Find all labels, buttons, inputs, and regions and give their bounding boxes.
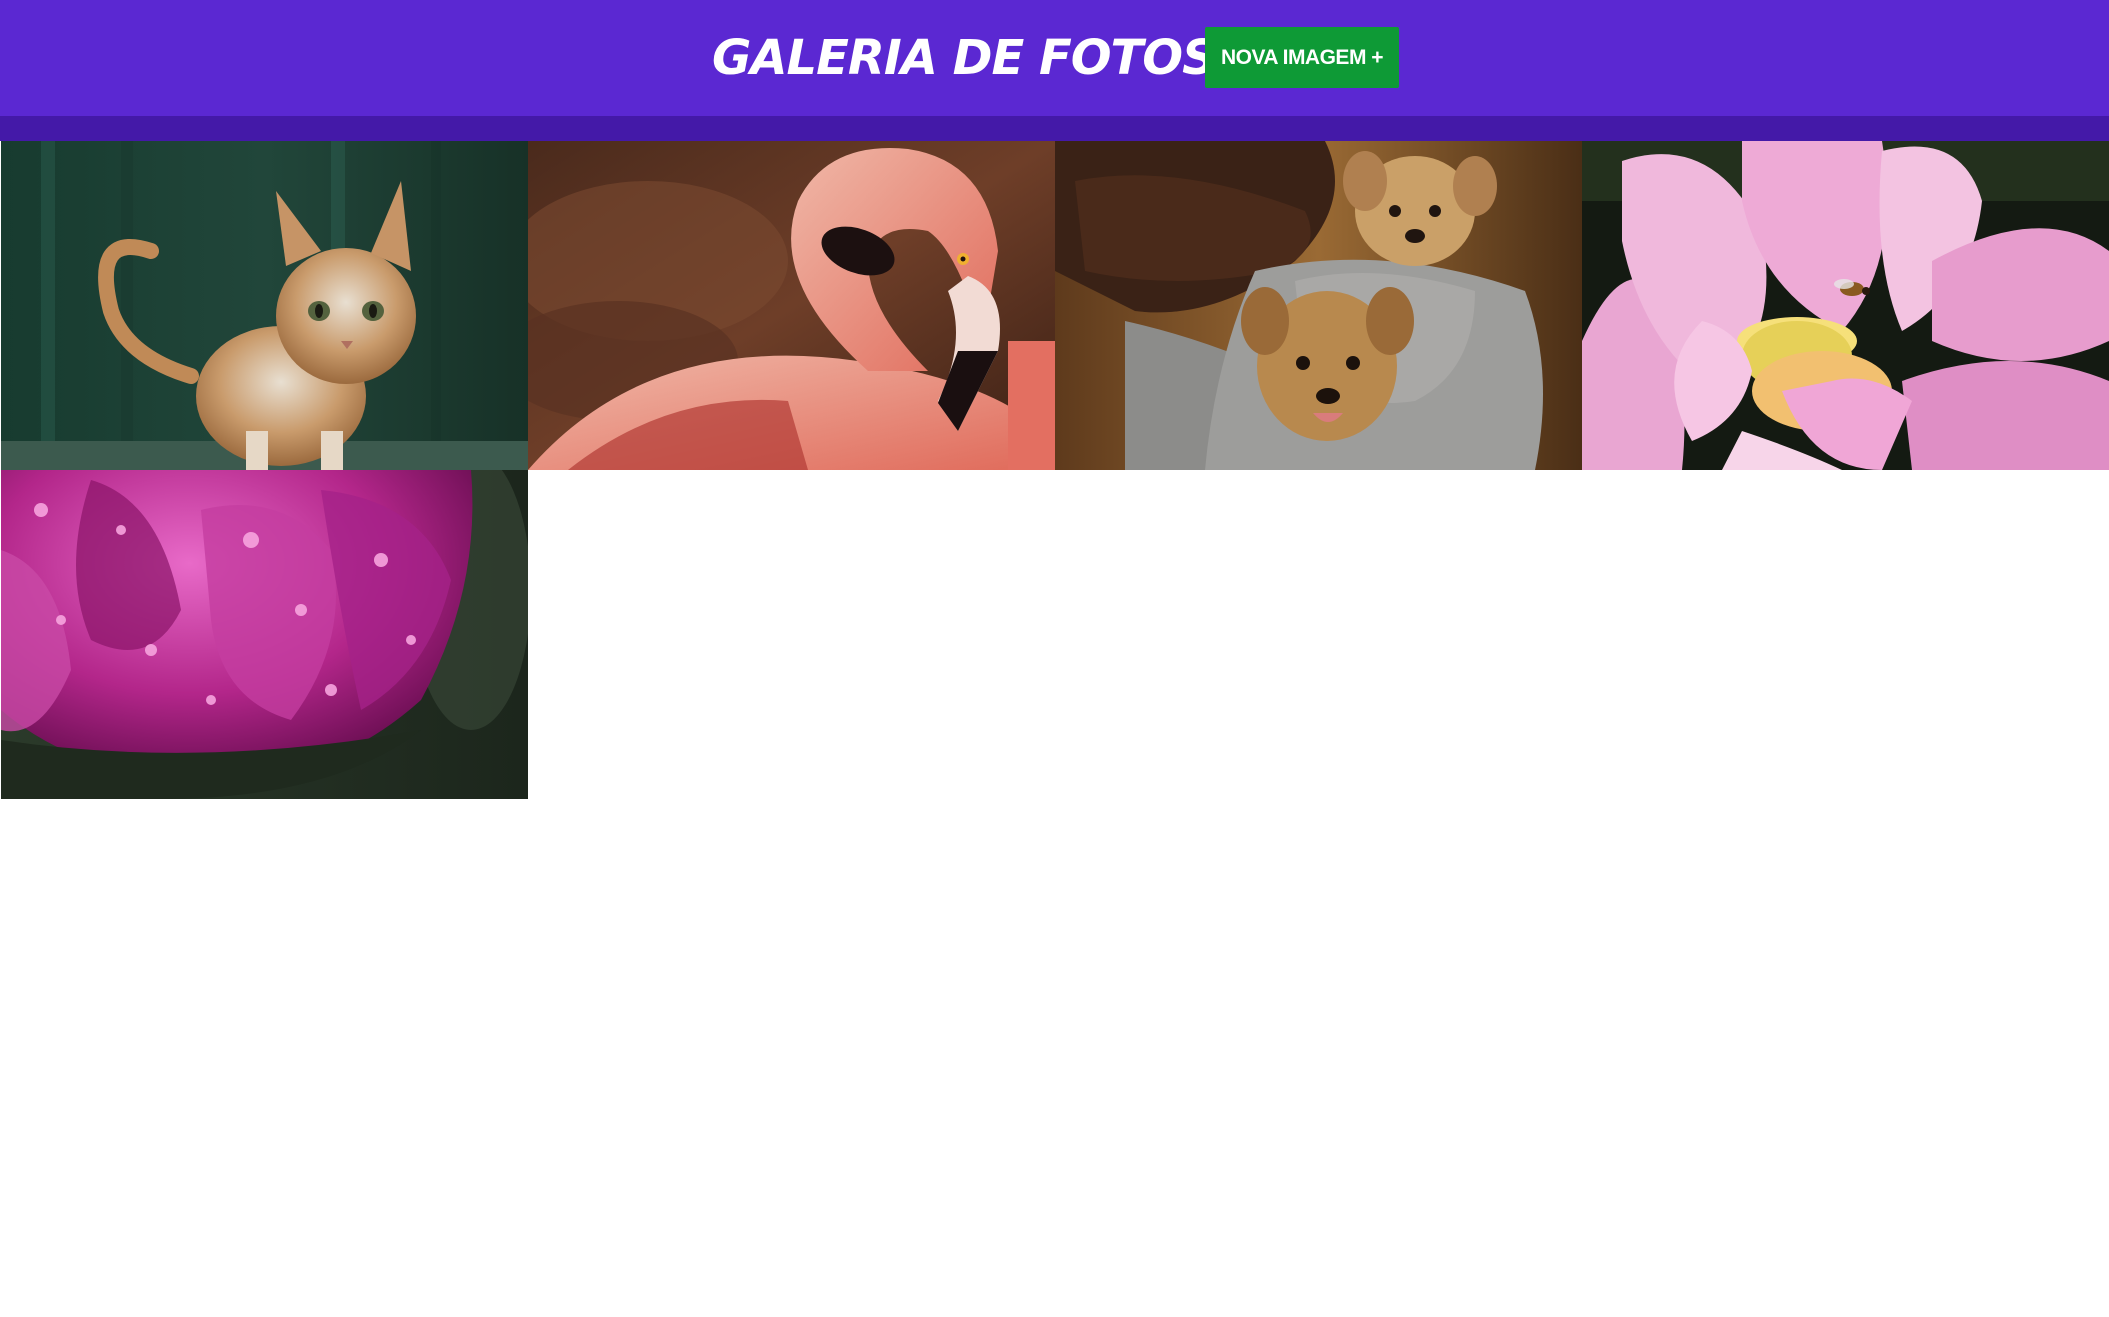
gallery-image-puppies[interactable] <box>1055 141 1582 470</box>
gallery-image-cat[interactable] <box>1 141 528 470</box>
gallery-image-purple-flower[interactable] <box>1 470 528 799</box>
page-title: GALERIA DE FOTOS <box>712 30 1217 86</box>
header-divider <box>0 116 2109 141</box>
new-image-button[interactable]: NOVA IMAGEM + <box>1205 27 1399 88</box>
gallery-image-flamingo[interactable] <box>528 141 1055 470</box>
gallery-image-lotus[interactable] <box>1582 141 2109 470</box>
app-header: GALERIA DE FOTOS NOVA IMAGEM + <box>0 0 2109 116</box>
